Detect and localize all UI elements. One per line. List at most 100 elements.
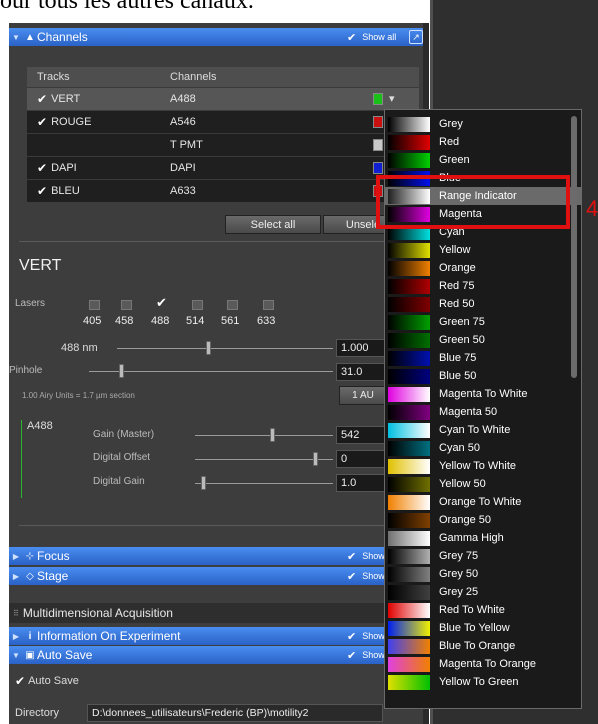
track-cell[interactable]: ✔ BLEU bbox=[27, 184, 162, 198]
digital-offset-field[interactable]: 0 bbox=[336, 450, 386, 468]
lut-menu-item[interactable]: Red bbox=[385, 133, 581, 151]
channels-section-header[interactable]: ▼ ▲ Channels ✔ Show all ↗ bbox=[9, 28, 429, 46]
laser-power-field[interactable]: 1.000 bbox=[336, 339, 386, 357]
lut-menu-item[interactable]: Magenta To Orange bbox=[385, 655, 581, 673]
pinhole-slider[interactable] bbox=[89, 371, 333, 372]
laser-checkbox-633[interactable] bbox=[263, 300, 274, 310]
lut-menu-item[interactable]: Red 75 bbox=[385, 277, 581, 295]
lut-menu-item[interactable]: Blue To Yellow bbox=[385, 619, 581, 637]
lut-menu-item[interactable]: Orange 50 bbox=[385, 511, 581, 529]
lut-menu-item[interactable]: Yellow To White bbox=[385, 457, 581, 475]
laser-power-slider[interactable] bbox=[117, 348, 333, 349]
lut-menu-item[interactable]: Yellow 50 bbox=[385, 475, 581, 493]
laser-power-slider-thumb[interactable] bbox=[206, 341, 211, 355]
digital-gain-slider-thumb[interactable] bbox=[201, 476, 206, 490]
channel-cell: A546 bbox=[170, 116, 196, 128]
check-icon[interactable]: ✔ bbox=[37, 92, 47, 106]
lut-menu-item[interactable]: Green 75 bbox=[385, 313, 581, 331]
lut-menu-item[interactable]: Blue 75 bbox=[385, 349, 581, 367]
check-icon[interactable]: ✔ bbox=[37, 115, 47, 129]
lut-menu-item[interactable]: Yellow To Green bbox=[385, 673, 581, 691]
collapse-triangle-icon[interactable]: ▼ bbox=[9, 33, 23, 42]
lut-menu-item[interactable]: Blue To Orange bbox=[385, 637, 581, 655]
directory-field[interactable]: D:\donnees_utilisateurs\Frederic (BP)\mo… bbox=[87, 704, 383, 722]
lut-menu-item[interactable]: Grey 50 bbox=[385, 565, 581, 583]
lut-menu-item[interactable]: Magenta To White bbox=[385, 385, 581, 403]
one-au-button[interactable]: 1 AU bbox=[339, 386, 387, 405]
lut-menu-item[interactable]: Orange bbox=[385, 259, 581, 277]
lut-menu-item[interactable]: Cyan To White bbox=[385, 421, 581, 439]
lut-menu-item[interactable]: Yellow bbox=[385, 241, 581, 259]
laser-checkbox-561[interactable] bbox=[227, 300, 238, 310]
gain-master-field[interactable]: 542 bbox=[336, 426, 386, 444]
laser-checkbox-488[interactable]: ✔ bbox=[156, 295, 168, 310]
lut-menu-item[interactable]: Green bbox=[385, 151, 581, 169]
pinhole-slider-thumb[interactable] bbox=[119, 364, 124, 378]
dropdown-scrollbar[interactable] bbox=[571, 116, 577, 378]
focus-section-header[interactable]: ▶ ⊹ Focus ✔ Show a bbox=[9, 547, 429, 565]
lut-gradient-swatch bbox=[388, 440, 430, 456]
lut-menu-item-label: Cyan 50 bbox=[439, 442, 480, 454]
lut-menu-item[interactable]: Orange To White bbox=[385, 493, 581, 511]
lut-menu-item[interactable]: Cyan 50 bbox=[385, 439, 581, 457]
autosave-section-title: Auto Save bbox=[37, 648, 93, 662]
gain-master-slider[interactable] bbox=[195, 435, 333, 436]
lut-menu-item[interactable]: Green 50 bbox=[385, 331, 581, 349]
expand-triangle-icon[interactable]: ▶ bbox=[9, 552, 23, 561]
autosave-checkbox[interactable]: ✔ Auto Save bbox=[15, 674, 79, 688]
table-row[interactable]: ✔ VERT A488 ▾ bbox=[27, 87, 419, 110]
lut-menu-item-label: Magenta To Orange bbox=[439, 658, 537, 670]
lut-menu-item[interactable]: Red 50 bbox=[385, 295, 581, 313]
laser-checkbox-405[interactable] bbox=[89, 300, 100, 310]
channel-cell: A488 bbox=[170, 93, 196, 105]
laser-wavelength-label: 514 bbox=[186, 315, 205, 327]
check-icon[interactable]: ✔ bbox=[37, 184, 47, 198]
color-dropdown-arrow-icon[interactable]: ▾ bbox=[389, 92, 395, 105]
laser-checkbox-514[interactable] bbox=[192, 300, 203, 310]
laser-checkbox-458[interactable] bbox=[121, 300, 132, 310]
pinhole-field[interactable]: 31.0 bbox=[336, 363, 386, 381]
channel-color-swatch[interactable] bbox=[373, 93, 383, 105]
lut-menu-item[interactable]: Red To White bbox=[385, 601, 581, 619]
show-all-toggle[interactable]: ✔ Show all bbox=[347, 31, 396, 44]
collapse-triangle-icon[interactable]: ▼ bbox=[9, 651, 23, 660]
check-icon[interactable]: ✔ bbox=[37, 161, 47, 175]
gain-master-slider-thumb[interactable] bbox=[270, 428, 275, 442]
expand-window-icon[interactable]: ↗ bbox=[409, 30, 423, 44]
digital-gain-field[interactable]: 1.0 bbox=[336, 474, 386, 492]
table-row[interactable]: T PMT bbox=[27, 133, 419, 156]
channel-cell: DAPI bbox=[170, 162, 196, 174]
table-row[interactable]: ✔ DAPI DAPI bbox=[27, 156, 419, 179]
lut-gradient-swatch bbox=[388, 584, 430, 600]
lut-menu-item[interactable]: Grey 25 bbox=[385, 583, 581, 601]
digital-offset-slider-thumb[interactable] bbox=[313, 452, 318, 466]
lut-menu-item[interactable]: Blue 50 bbox=[385, 367, 581, 385]
table-row[interactable]: ✔ ROUGE A546 bbox=[27, 110, 419, 133]
channel-color-swatch[interactable] bbox=[373, 162, 383, 174]
stage-section-header[interactable]: ▶ ◇ Stage ✔ Show a bbox=[9, 567, 429, 585]
lut-menu-item[interactable]: Grey bbox=[385, 115, 581, 133]
check-icon: ✔ bbox=[347, 630, 357, 643]
lut-gradient-swatch bbox=[388, 242, 430, 258]
lut-menu-item[interactable]: Gamma High bbox=[385, 529, 581, 547]
lut-menu-item-label: Grey 75 bbox=[439, 550, 479, 562]
expand-triangle-icon[interactable]: ▶ bbox=[9, 632, 23, 641]
track-cell[interactable]: ✔ ROUGE bbox=[27, 115, 162, 129]
info-icon: i bbox=[28, 630, 32, 642]
lut-menu-item[interactable]: Magenta 50 bbox=[385, 403, 581, 421]
track-cell[interactable]: ✔ DAPI bbox=[27, 161, 162, 175]
lut-menu-item-label: Grey 25 bbox=[439, 586, 479, 598]
lut-menu-item-label: Red 75 bbox=[439, 280, 475, 292]
laser-wavelength-label: 561 bbox=[221, 315, 240, 327]
lut-menu-item[interactable]: Grey 75 bbox=[385, 547, 581, 565]
table-row[interactable]: ✔ BLEU A633 bbox=[27, 179, 419, 202]
select-all-button[interactable]: Select all bbox=[225, 215, 321, 234]
autosave-section-header[interactable]: ▼ ▣ Auto Save ✔ Show a bbox=[9, 646, 429, 664]
expand-triangle-icon[interactable]: ▶ bbox=[9, 572, 23, 581]
channel-color-swatch[interactable] bbox=[373, 116, 383, 128]
lut-menu-item-label: Blue 50 bbox=[439, 370, 477, 382]
digital-gain-slider[interactable] bbox=[195, 483, 333, 484]
information-section-header[interactable]: ▶ i Information On Experiment ✔ Show a bbox=[9, 627, 429, 645]
track-cell[interactable]: ✔ VERT bbox=[27, 92, 162, 106]
channel-color-swatch[interactable] bbox=[373, 139, 383, 151]
